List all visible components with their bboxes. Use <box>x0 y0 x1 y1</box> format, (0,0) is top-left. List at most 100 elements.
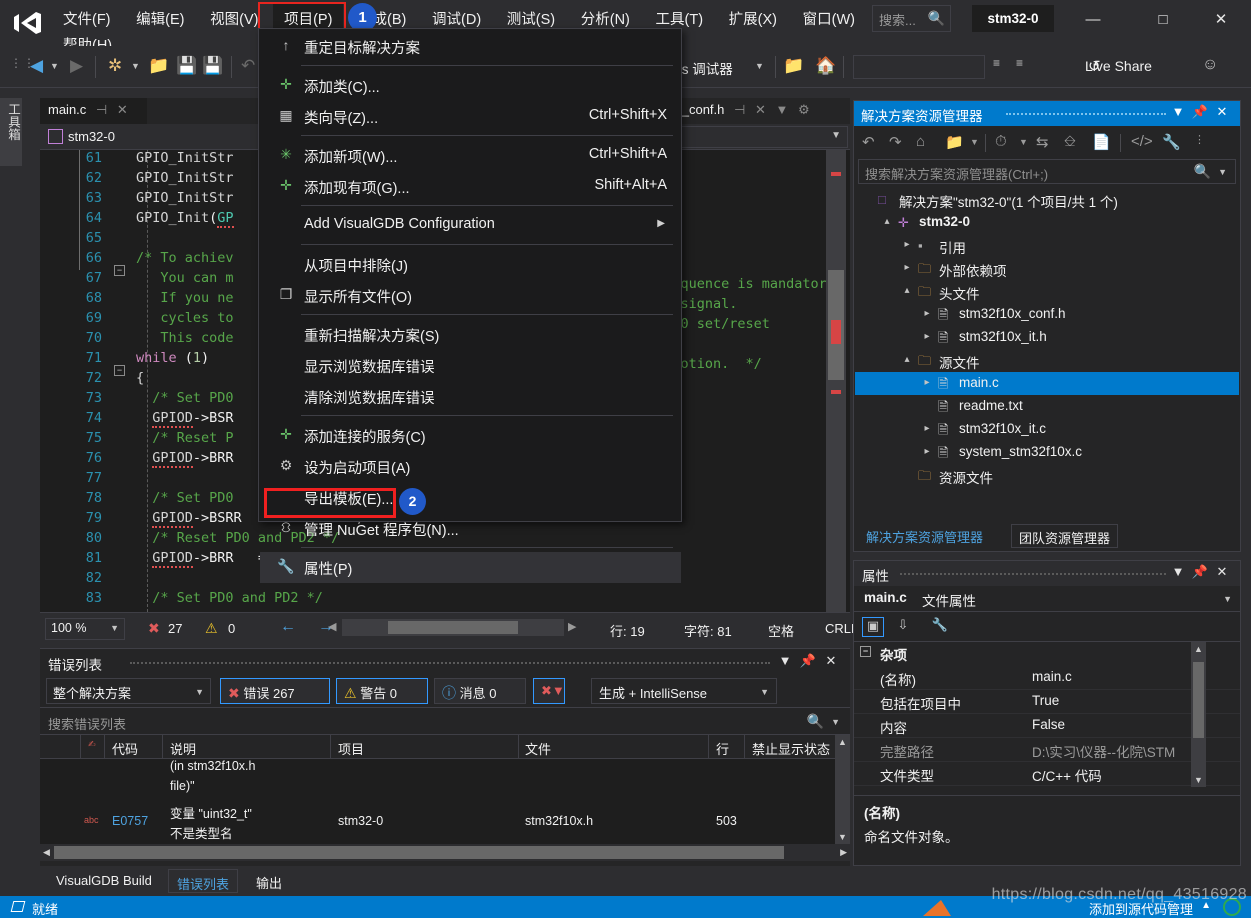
tab-error-list[interactable]: 错误列表 <box>168 869 239 893</box>
menu-item-[interactable]: 清除浏览数据库错误 <box>260 381 681 412</box>
error-search-input[interactable]: 搜索错误列表 🔍 ▼ <box>40 707 850 735</box>
pin-icon[interactable]: 📌 <box>799 653 817 669</box>
search-folder-icon[interactable]: 📁 <box>783 56 804 76</box>
editor-project-label[interactable]: stm32-0 <box>68 129 115 144</box>
tree-item-[interactable]: ▴ 🗀 头文件 <box>855 280 1239 303</box>
property-value[interactable]: False <box>1032 717 1065 732</box>
errors-toggle-button[interactable]: ✖ 错误 267 <box>220 678 330 704</box>
tree-item-[interactable]: ▸ 🗀 外部依赖项 <box>855 257 1239 280</box>
property-value[interactable]: D:\实习\仪器--化院\STM <box>1032 741 1175 761</box>
undo-icon[interactable]: ↶ <box>241 56 255 76</box>
scrollbar-thumb[interactable] <box>1193 662 1204 738</box>
search-icon[interactable]: 🔍 <box>807 713 824 730</box>
close-icon[interactable]: ✕ <box>1212 104 1232 120</box>
column-project[interactable]: 项目 <box>338 739 364 758</box>
properties-grid-scrollbar[interactable]: ▲ ▼ <box>1191 642 1206 787</box>
spaces-indicator[interactable]: 空格 <box>768 621 794 640</box>
expand-arrow-icon[interactable]: ▸ <box>921 377 933 388</box>
expand-arrow-icon[interactable]: ▸ <box>921 423 933 434</box>
categorized-icon[interactable]: ▣ <box>862 617 884 637</box>
editor-member-combo[interactable]: ▼ <box>658 126 848 148</box>
error-code[interactable]: E0757 <box>112 814 148 828</box>
tree-item-[interactable]: ▴ 🗀 源文件 <box>855 349 1239 372</box>
panel-drag-dots[interactable] <box>130 662 770 664</box>
menu-window[interactable]: 窗口(W) <box>792 4 866 36</box>
tree-item-stm32f10x_it.h[interactable]: ▸ 🗎 stm32f10x_it.h <box>855 326 1239 349</box>
search-icon[interactable]: 🔍 <box>1194 163 1211 180</box>
scroll-left-icon[interactable]: ◀ <box>43 847 50 858</box>
tree-item-stm32f10x_it.c[interactable]: ▸ 🗎 stm32f10x_it.c <box>855 418 1239 441</box>
project-dropdown-menu[interactable]: ↑ 重定目标解决方案 ✛ 添加类(C)... ▦ 类向导(Z)... Ctrl+Shift+… <box>258 28 682 583</box>
editor-horizontal-scrollbar[interactable]: ◀ ▶ <box>328 619 578 636</box>
pending-changes-icon[interactable]: ⏱ <box>995 133 1007 150</box>
error-scope-select[interactable]: 整个解决方案 ▼ <box>46 678 211 704</box>
tab-overflow-icon[interactable]: ▼ <box>775 102 788 117</box>
folder-view-icon[interactable]: 📁 <box>945 133 964 151</box>
scroll-up-icon[interactable]: ▲ <box>838 737 847 747</box>
back-arrow-icon[interactable]: ◀ <box>30 56 43 76</box>
editor-tab-conf-h[interactable]: 0x_conf.h ⊣ ✕ ▼ ⚙ <box>660 98 850 124</box>
toolbox-vertical-tab[interactable]: 工具箱 <box>0 98 22 166</box>
decrease-indent-icon[interactable]: ≡ <box>1016 56 1023 70</box>
tab-team-explorer[interactable]: 团队资源管理器 <box>1011 524 1119 548</box>
menu-extensions[interactable]: 扩展(X) <box>718 4 788 36</box>
account-icon[interactable]: ☺ <box>1202 56 1218 74</box>
column-description[interactable]: 说明 <box>170 739 196 758</box>
menu-item-[interactable]: 显示浏览数据库错误 <box>260 350 681 381</box>
menu-item-z[interactable]: ▦ 类向导(Z)... Ctrl+Shift+X <box>260 101 681 132</box>
scrollbar-thumb[interactable] <box>388 621 518 634</box>
close-icon[interactable]: ✕ <box>822 653 840 669</box>
editor-tab-main-c[interactable]: main.c ⊣ ✕ <box>40 98 147 124</box>
menu-item-j[interactable]: 从项目中排除(J) <box>260 249 681 280</box>
expand-arrow-icon[interactable]: ▸ <box>901 239 913 250</box>
collapse-arrow-icon[interactable]: ▴ <box>901 354 913 365</box>
property-value[interactable]: True <box>1032 693 1059 708</box>
tree-item-[interactable]: ▸ ▪ 引用 <box>855 234 1239 257</box>
back-icon[interactable]: ↶ <box>862 133 875 151</box>
live-share-button[interactable]: Live Share <box>1085 58 1152 74</box>
tree-item-stm32-011[interactable]: □ 解决方案"stm32-0"(1 个项目/共 1 个) <box>855 188 1239 211</box>
fold-toggle-71[interactable]: − <box>114 365 125 376</box>
tab-output[interactable]: 输出 <box>248 869 290 893</box>
solution-explorer-search-input[interactable]: 搜索解决方案资源管理器(Ctrl+;) 🔍 ▼ <box>858 159 1236 184</box>
sync-icon[interactable]: ⇆ <box>1036 133 1049 151</box>
warning-count[interactable]: 0 <box>228 621 235 636</box>
build-filter-select[interactable]: 生成 + IntelliSense ▼ <box>591 678 777 704</box>
global-search-input[interactable]: 搜索... 🔍 <box>872 5 951 32</box>
property-category[interactable]: − 杂项 <box>854 642 1240 666</box>
chevron-down-icon[interactable]: ▼ <box>776 653 794 668</box>
tab-solution-explorer[interactable]: 解决方案资源管理器 <box>859 524 990 548</box>
messages-toggle-button[interactable]: ⓘ 消息 0 <box>434 678 526 704</box>
close-icon[interactable]: ✕ <box>1212 564 1232 580</box>
gear-icon[interactable]: ⚙ <box>798 102 810 117</box>
home-icon[interactable]: ⌂ <box>916 133 925 150</box>
property-row[interactable]: 包括在项目中 True <box>854 690 1240 714</box>
tree-item-[interactable]: 🗀 资源文件 <box>855 464 1239 487</box>
tree-item-readme.txt[interactable]: 🗎 readme.txt <box>855 395 1239 418</box>
chevron-down-icon[interactable]: ▼ <box>1019 137 1028 147</box>
chevron-down-icon[interactable]: ▼ <box>1218 167 1227 177</box>
scroll-down-icon[interactable]: ▼ <box>1194 775 1203 785</box>
tree-item-system_stm32f10x.c[interactable]: ▸ 🗎 system_stm32f10x.c <box>855 441 1239 464</box>
close-icon[interactable]: ✕ <box>117 102 128 117</box>
column-file[interactable]: 文件 <box>525 739 551 758</box>
pin-icon[interactable]: ⊣ <box>734 102 745 117</box>
property-row[interactable]: 文件类型 C/C++ 代码 <box>854 762 1240 786</box>
properties-object-selector[interactable]: main.c 文件属性 ▼ <box>854 586 1240 612</box>
editor-vertical-scrollbar[interactable] <box>826 150 846 612</box>
expand-arrow-icon[interactable]: ▸ <box>921 308 933 319</box>
property-value[interactable]: main.c <box>1032 669 1072 684</box>
wrench-icon[interactable]: 🔧 <box>1162 133 1181 151</box>
column-suppress[interactable]: 禁止显示状态 <box>752 739 830 758</box>
menu-edit[interactable]: 编辑(E) <box>125 4 195 36</box>
pin-icon[interactable]: 📌 <box>1190 104 1210 120</box>
show-all-files-icon[interactable]: </> <box>1131 133 1153 150</box>
scroll-up-icon[interactable]: ▲ <box>1194 644 1203 654</box>
expand-arrow-icon[interactable]: ▸ <box>921 446 933 457</box>
menu-item-s[interactable]: 重新扫描解决方案(S) <box>260 319 681 350</box>
tree-item-main.c[interactable]: ▸ 🗎 main.c <box>855 372 1239 395</box>
scroll-left-icon[interactable]: ◀ <box>328 620 336 633</box>
alphabetical-icon[interactable]: ⇩ <box>892 617 914 637</box>
back-dropdown-icon[interactable]: ▼ <box>50 61 59 71</box>
menu-item-o[interactable]: ❐ 显示所有文件(O) <box>260 280 681 311</box>
